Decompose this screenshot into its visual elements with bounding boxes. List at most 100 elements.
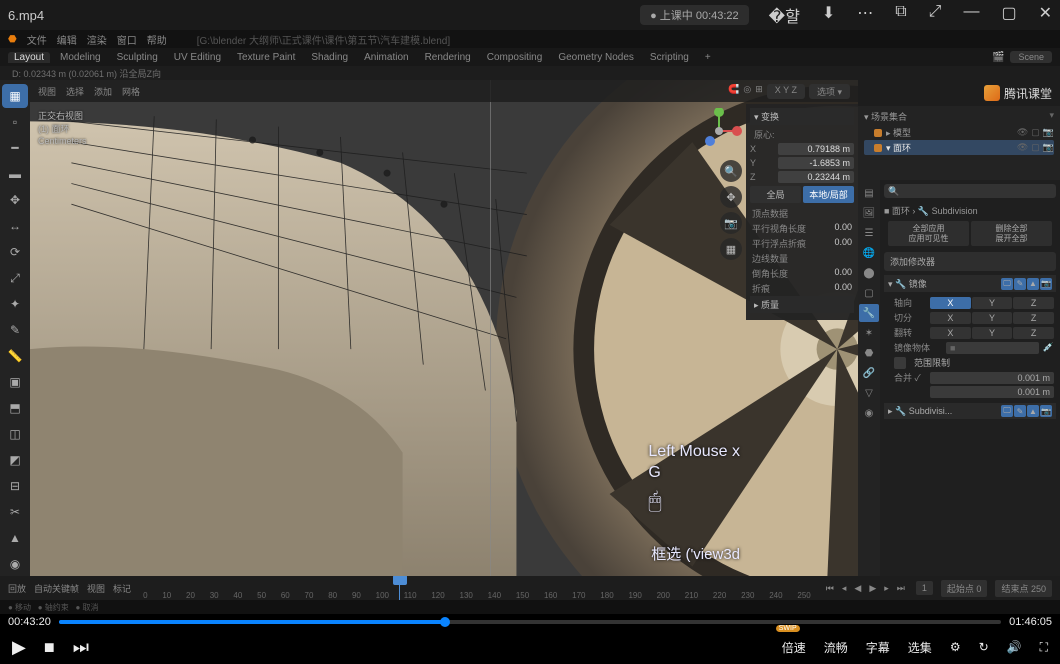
- minimize-icon[interactable]: —: [963, 3, 979, 27]
- player-stop-button[interactable]: ■: [44, 637, 55, 658]
- viewport-menu-select[interactable]: 选择: [66, 85, 84, 98]
- timeline-menu-view[interactable]: 视图: [87, 582, 105, 595]
- menu-file[interactable]: 文件: [27, 32, 47, 47]
- pip-icon[interactable]: ⧉: [895, 3, 906, 27]
- player-settings-icon[interactable]: ⚙: [950, 640, 961, 654]
- select-icon[interactable]: ▢: [1031, 142, 1040, 153]
- workspace-texture[interactable]: Texture Paint: [231, 52, 301, 63]
- viewport-menu-mesh[interactable]: 网格: [122, 85, 140, 98]
- tab-mesh[interactable]: ▽: [859, 384, 879, 402]
- close-icon[interactable]: ✕: [1039, 3, 1052, 27]
- workspace-scripting[interactable]: Scripting: [644, 52, 695, 63]
- flip-x[interactable]: X: [930, 327, 971, 339]
- outliner-header[interactable]: ▾ 场景集合: [864, 110, 907, 123]
- workspace-compositing[interactable]: Compositing: [481, 52, 549, 63]
- space-local-button[interactable]: 本地/局部: [803, 186, 854, 203]
- mod-edit-icon[interactable]: ✎: [1014, 278, 1026, 290]
- scene-selector[interactable]: Scene: [1010, 51, 1052, 63]
- extrude-icon[interactable]: ⬒: [2, 396, 28, 420]
- tab-scene[interactable]: 🌐: [859, 244, 879, 262]
- workspace-layout[interactable]: Layout: [8, 52, 50, 63]
- timeline-ruler[interactable]: 0102030405060708090100110120130140150160…: [139, 576, 815, 600]
- menu-render[interactable]: 渲染: [87, 32, 107, 47]
- player-seek-knob[interactable]: [440, 617, 450, 627]
- compact-icon[interactable]: ⤢: [929, 3, 942, 27]
- mod-edit-icon[interactable]: ✎: [1014, 405, 1026, 417]
- tab-output[interactable]: 🖼: [859, 204, 879, 222]
- snap-icon[interactable]: 🧲: [728, 84, 739, 99]
- clipping-checkbox[interactable]: [894, 357, 906, 369]
- outliner-row-0[interactable]: ▸ 模型 👁▢📷: [864, 125, 1054, 140]
- eye-icon[interactable]: 👁: [1017, 142, 1028, 153]
- eye-icon[interactable]: 👁: [1017, 127, 1028, 138]
- tab-world[interactable]: ⬤: [859, 264, 879, 282]
- menu-help[interactable]: 帮助: [147, 32, 167, 47]
- face-select-icon[interactable]: ▬: [2, 162, 28, 186]
- mirror-object-field[interactable]: ■: [946, 342, 1039, 354]
- viewport-3d[interactable]: 视图 选择 添加 网格 🧲 ◎ ⊞ X Y Z 选项 ▾ 正交右视图 (1) 面…: [30, 80, 858, 576]
- workspace-rendering[interactable]: Rendering: [419, 52, 477, 63]
- more-icon[interactable]: ⋯: [857, 3, 873, 27]
- bevel-icon[interactable]: ◩: [2, 448, 28, 472]
- frame-end[interactable]: 结束点 250: [995, 580, 1052, 597]
- frame-current[interactable]: 1: [916, 581, 933, 595]
- bisect-y[interactable]: Y: [972, 312, 1013, 324]
- select-icon[interactable]: ▢: [1031, 127, 1040, 138]
- nav-gizmo[interactable]: [696, 108, 742, 154]
- tab-physics[interactable]: ⬣: [859, 344, 879, 362]
- player-quality-button[interactable]: 流畅: [824, 639, 848, 656]
- flip-y[interactable]: Y: [972, 327, 1013, 339]
- outliner-row-1[interactable]: ▾ 面环 👁▢📷: [864, 140, 1054, 155]
- n-sec-1-val[interactable]: 0.00: [834, 222, 852, 235]
- tab-constraints[interactable]: 🔗: [859, 364, 879, 382]
- workspace-uv[interactable]: UV Editing: [168, 52, 227, 63]
- measure-icon[interactable]: 📏: [2, 344, 28, 368]
- player-play-button[interactable]: ▶: [12, 637, 26, 658]
- mod-render-icon[interactable]: 📷: [1040, 405, 1052, 417]
- tab-modifiers[interactable]: 🔧: [859, 304, 879, 322]
- play-reverse-icon[interactable]: ◀: [851, 583, 864, 594]
- play-icon[interactable]: ▶: [866, 583, 879, 594]
- modifier-mirror-header[interactable]: ▾ 🔧 镜像 🖵✎▲📷: [884, 275, 1056, 292]
- flip-z[interactable]: Z: [1013, 327, 1054, 339]
- move-icon[interactable]: ↔: [2, 214, 28, 238]
- timeline-menu-marker[interactable]: 标记: [113, 582, 131, 595]
- annotate-icon[interactable]: ✎: [2, 318, 28, 342]
- player-loop-icon[interactable]: ↻: [979, 640, 989, 654]
- mod-realtime-icon[interactable]: 🖵: [1001, 278, 1013, 290]
- transform-z-value[interactable]: 0.23244 m: [778, 171, 854, 183]
- jump-end-icon[interactable]: ⏭: [894, 583, 908, 594]
- prev-key-icon[interactable]: ◂: [839, 583, 850, 594]
- cursor-icon[interactable]: ✥: [2, 188, 28, 212]
- jump-start-icon[interactable]: ⏮: [823, 583, 837, 594]
- addcube-icon[interactable]: ▣: [2, 370, 28, 394]
- edge-select-icon[interactable]: ━: [2, 136, 28, 160]
- editmode-icon[interactable]: ▦: [2, 84, 28, 108]
- tab-render[interactable]: ▤: [859, 184, 879, 202]
- workspace-shading[interactable]: Shading: [305, 52, 354, 63]
- maximize-icon[interactable]: ▢: [1001, 3, 1016, 27]
- player-episodes-button[interactable]: 选集: [908, 639, 932, 656]
- spin-icon[interactable]: ◉: [2, 552, 28, 576]
- timeline-playhead[interactable]: [399, 576, 400, 600]
- rotate-icon[interactable]: ⟳: [2, 240, 28, 264]
- workspace-modeling[interactable]: Modeling: [54, 52, 107, 63]
- player-next-button[interactable]: ⏭: [73, 637, 89, 658]
- mod-cage-icon[interactable]: ▲: [1027, 405, 1039, 417]
- knife-icon[interactable]: ✂: [2, 500, 28, 524]
- transform-icon[interactable]: ✦: [2, 292, 28, 316]
- timeline-menu-playback[interactable]: 回放: [8, 582, 26, 595]
- viewport-menu-add[interactable]: 添加: [94, 85, 112, 98]
- menu-edit[interactable]: 编辑: [57, 32, 77, 47]
- render-icon[interactable]: 📷: [1043, 142, 1054, 153]
- workspace-add[interactable]: +: [699, 52, 717, 63]
- zoom-icon[interactable]: 🔍: [720, 160, 742, 182]
- scale-icon[interactable]: ⤢: [2, 266, 28, 290]
- viewport-menu-view[interactable]: 视图: [38, 85, 56, 98]
- player-volume-icon[interactable]: 🔊: [1007, 640, 1022, 654]
- eyedropper-icon[interactable]: 💉: [1043, 342, 1054, 353]
- add-modifier-dropdown[interactable]: 添加修改器: [884, 252, 1056, 271]
- properties-search-input[interactable]: [884, 184, 1056, 198]
- next-key-icon[interactable]: ▸: [881, 583, 892, 594]
- workspace-animation[interactable]: Animation: [358, 52, 414, 63]
